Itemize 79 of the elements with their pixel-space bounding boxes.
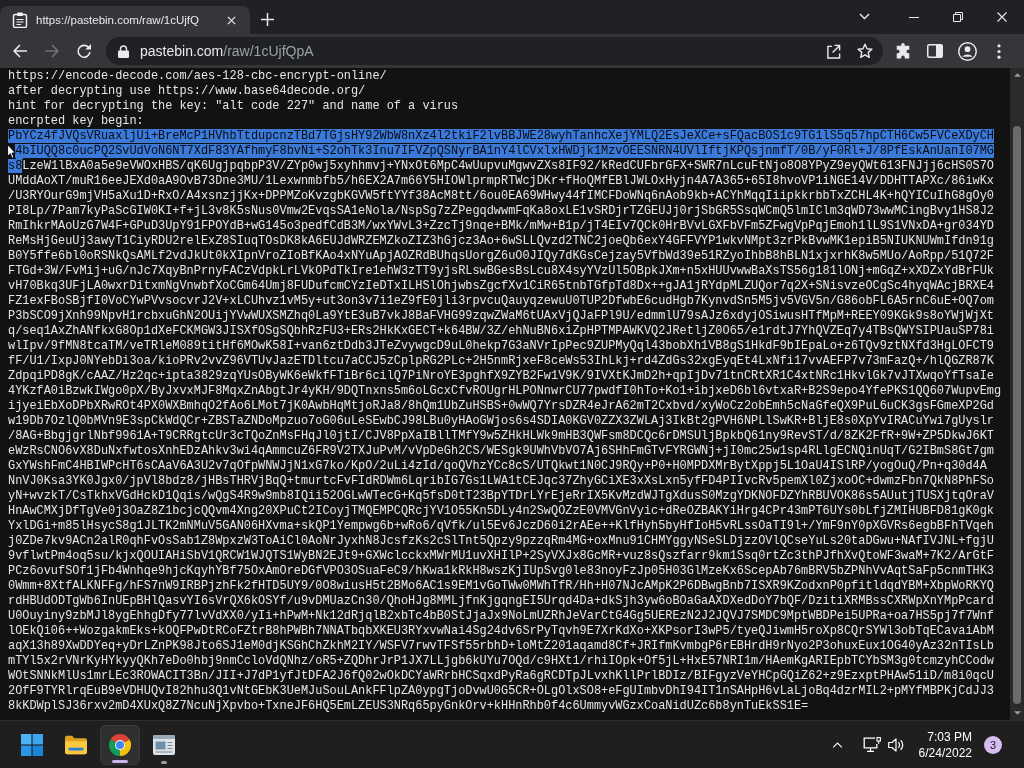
text-line: 0Wmm+8XtfALKNFFg/hFS7nW9IRBPjzhFk2fHTD5UY9/0O8wiusH5t2BMo6AC1s9EM1vGoTWw0MWhTfR/Hh+H07NJcAMpK2P6DBwgBnb7ISXR9KZodxnP0pfitldqdYBM+XbpWoRKYQ: [8, 579, 994, 593]
text-line: 8kKDWplSJ36rxv2mD4XUxQ8Z7NcuNjXpvbo+TxneJF6HQ5EmLZEUS3NRq65pyGnkOrv+kHHnRhb0f4c6UmmyvWGzxCoaNidUZc6b8ynTuEkSS1E=: [8, 699, 809, 713]
menu-icon[interactable]: [997, 43, 1001, 59]
puzzle-icon[interactable]: [895, 43, 911, 59]
mouse-pointer-icon: [7, 144, 16, 159]
text-line: q/seq1AxZhANfkxG8Op1dXeFCKMGW3JISXfOSgSQbhRzFU3+ERs2HkKxGECT+k64BW/3Z/ehNuBN6xiZpHPTMPAWKVQ2JRetljZ0O65/e1rdtJ7YhQVZEq7y4TBsQWYSIPUauSP78i: [8, 324, 994, 338]
text-line: after decrypting use https://www.base64decode.org/: [8, 84, 366, 98]
text-line: aqX13h89XwDDYeq+yDrLZnPK98Jto6SJ1eM0djKSGhChZkhM2IY/WSFV7rwvTFSf55rbhD+loMtZ201aqamd8Cf+JRIfmKvmbgP6rEBHrdH9rNyo2P3ohuxEux1OG40yAz32nTIsLb: [8, 639, 994, 653]
volume-icon[interactable]: [887, 737, 904, 752]
scroll-up-icon[interactable]: [1013, 73, 1021, 77]
clock-time[interactable]: 7:03 PM: [927, 728, 972, 745]
text-line: /U3RYOurG9mjVH5aXu1D+RxO/A4xsnzjjKx+DPPMZoKvzgbKGVW5ftYYf38AcM8tt/6ou0EA69WHwy44fIMCFDoWNq6nAob9kb+ACYhMqqIiipkkrbbTxZCHL4K+hQYICuIhG8gOy0: [8, 189, 994, 203]
back-arrow-icon[interactable]: [12, 43, 28, 59]
chevron-up-icon[interactable]: [831, 741, 843, 748]
url-text[interactable]: pastebin.com/raw/1cUjfQpA: [140, 43, 314, 59]
text-line: WOtSNNkMlUs1mrLEc3ROWACIT3Bn/JII+J7dP1yfJtDFA2J6fQ02wOkDCYaWRrbHCSqxdPyRa6gRCDTpJLvxhKllPrlBDIz/BIFgyzVeYHCpGQiZ62+z9EzxptPHAw51iD/m8i0qcU: [8, 669, 994, 683]
text-line: vH70Bkq3UFjLA0wxrDitxmNgVnwbfXoCGm64Umj8FUDufcmCYzIeDTxILHSlOhjwbsZgcfXv1CiR65tnbTGfpTd8Dx++gJA1jRYdpMLZUQor7q2X+SNisvzeOCgSc4hyqWAcjBRXE4: [8, 279, 994, 293]
notification-badge[interactable]: 3: [984, 735, 1002, 754]
taskbar-app-button[interactable]: [100, 724, 140, 765]
scroll-down-icon[interactable]: [1013, 711, 1021, 715]
text-line: UMddAoXT/muR16eeJEXd0aA9OvB73Dne3MU/1Lexwnmbfb5/h6EX2A7m66Y5HIOWlprmpRTWcjDKr+fHoQMfEBlJWLOxHyjn4A7A365+65I8hvoVP1iNGE14V/DDHTTAPXc/86iwKx: [8, 174, 994, 188]
text-line: yN+wvzkT/CsTkhxVGdHckD1Qqis/wQgS4R9w9mb8IQii52OGLwWTecG+Kq5fsD0tT23BpYTDrLYrEjeRrIX5KvMzdWJTgXdusS0MzgYDKNOFDZYhRBUVOK86s5AUutjTUSXjtqOraV: [8, 489, 994, 503]
clock-date[interactable]: 6/24/2022: [918, 744, 972, 761]
text-line: j0ZDe7kv9ACn2alR0qhFvOsSab1Z8WpxzW3ToAiCl0AoNrJyxhN8JcsfzKs2cSlTnt5Qpzy9pzzqRm4MG+oxMnu91CHMYggyNSeSLDjzzOVlQCseYuLs20taDGwu+NAfIVJNL+fgjU: [8, 534, 994, 548]
text-line: 4YKzfA0iBzwkIWgo0pX/ByJxvxMJF8MqxZnAbgtJr4yKH/9DQTnxns5m6oLGcxCfvROUgrHLPONnwrCU77pwdfI0hTo+Ko1+ibjxeD6bl6vtxaR+B2S9epo4YfePKS1QQ607WupvEmg: [8, 384, 1002, 398]
restore-icon[interactable]: [953, 12, 963, 22]
selected-text: s8: [8, 159, 23, 173]
text-line: rdHBUdODTgWb6InUEpBHlQasvYI6sVrQX6kOSYf/u9vDMUazCn30/QhoHJg8MMLjfnKjgqngEI5Urqd4Da+dkSjh3yw6oBOaGaAXDXedDoY7bQF/DzitiXRMBssCXRWpXnYMpPcard: [8, 594, 994, 608]
side-panel-icon[interactable]: [927, 43, 943, 59]
monitor-icon[interactable]: [862, 737, 881, 752]
chevron-down-icon[interactable]: [859, 13, 870, 20]
text-line: FZ1exFBoSBjfI0VoCYwPVvsocvrJ2V+xLCUhvz1vM5y+ut3on3v7i1eZ9fE0jli3rpvcuQauyqzewuU0TUP2DfwbE6cudHgb7KynvdSn5M5jv5VGV5n/G86obFL6A5rnC6uE+OQ7om: [8, 294, 994, 308]
selected-text: 4bIUQQ8c0ucPQ2SvUdVoN6NT7XdF83YAfhmyF8bvNi+S2ohTk3Inu7IFVZpQSNyrBA1nY4lCVxlxHWDjk1MzvOEESNRN4UVlIftjKPQsjnmfT/0B/yF0Rl+J/8PfEskAnUanI07MG: [15, 144, 994, 158]
text-line: GxYWshFmC4HBIWPcHT6sCAaV6A3U2v7qOfpWNWJjN1xG7ko/KpO/2uLi4zId/qoQVhzYCc8cS/UTQkwt1N0CJ9RQy+P0+H0MPDXMrBytXppj5L1OaU4ISlRP/yogOuQ/Pn+q30d4A: [8, 459, 987, 473]
selected-text: PbYCz4fJVQsVRuaxljUi+BreMcP1HVhbTtdupcnzTBd7TGjsHY92WbW8nXz4l2tkiF2lvBBJWE28wyhTanhcXejYMLQ2EsJeXCe+sFQacBOS1c9TG1lS5q57hpCTH6Cw5FVCeXDyCH: [8, 129, 994, 143]
minimize-icon[interactable]: [909, 16, 919, 18]
text-line: PCz6ovufSOf1jFb4Wnhqe9hjcKqyhYBf75OxAmOreDGfVPO3OSuaFeC9/hKwa1kRkH8wszKjIUpSvg0le83noyFzJp05H03GlMzeKx6ScepAb76mBRV5bZPNhVvAqtSaFp5cnmTHK3: [8, 564, 994, 578]
text-line: 9vflwtPm4oq5su/kjxQOUIAHiSbV1QRCW1WJQTS1WyBN2EJt9+GXWclcckxMWrMU1uvXHIlP+2SyVXJx8GcMR+vuz8sQszfarr9km1Ssq0rtZc3thPJfhXvQtoWF3waM+7K2/ArGtF: [8, 549, 994, 563]
browser-icon[interactable]: [109, 733, 131, 756]
text-line: encrpted key begin:: [8, 114, 144, 128]
text-line: fF/U1/IxpJ0NYebDi3oa/kioPRv2vvZ96VTUvJazETDltcu7aCCJ5zCplpRG2PLc+2H5nmRjxeF8ceWs53IhLkj+rd4ZdGs32xgEyqEt4LxNfi17vvAEFP7v73mFazQ+/hlQGZR87K: [8, 354, 994, 368]
lock-icon[interactable]: [118, 44, 129, 58]
address-bar[interactable]: pastebin.com/raw/1cUjfQpA: [106, 37, 883, 65]
text-line: hint for decrypting the key: "alt code 227" and name of a virus: [8, 99, 459, 113]
text-line: lOEkQi06++WozgakmEks+kOQFPwDtRCoFZtrB8hPWBh7NNATbqbXKEU3RYxvwNai4Sg24dv6SrPyTqvh9E7XrKdXo+XKPsorI3wP5/tyeQJiwmH5roXp8CQrSYWl3obTqECavaiAbM: [8, 624, 994, 638]
text-line: ZdpqiPD8gK/cAAZ/Hz2qc+ipta3829zqYUsOByWK6eWkfFTiBr6cilQ7PiNroYE3pghfX9ZYB2Fw1V9K/9IVXtKJmD2h+qpIjDv71tnCRtXR1C4xtNRc1HkvlGk7vJTXwqoYfTsaIe: [8, 369, 994, 383]
close-icon[interactable]: [997, 12, 1007, 22]
text-line: U0Ouyiny9zbMJl8ygEhhgDfy77lvVdXX0/yIi+hPwM+Nk12dRjqlB2xbTc4bB0StJjaJx9NoLmUZRhJeVarCtG4Gg5UEREzN2J2JQVJ7SMDC9MptWBDPei5UPRa+oa7HS5pj7f7Wnf: [8, 609, 994, 623]
scrollbar[interactable]: [1010, 68, 1024, 720]
close-icon[interactable]: [227, 15, 236, 25]
app-window-icon[interactable]: [153, 733, 175, 756]
share-icon[interactable]: [826, 43, 841, 59]
text-line: NnVJ0Ksa3YK0Jgx0/jpVl8bdz8/jHBsTHRVjBqQ+tmurtcFvFIdRDWm6LqribIG7Gs1LWA1tCEJqc37ZhyGCiXE3xXsLxn5yfFD4PIIvcRv5pemXl0ZjxoOC+dwmzFbn7QkN8PhFSo: [8, 474, 994, 488]
new-tab-icon[interactable]: [261, 13, 274, 26]
text-line: w19Db7OzlQ0bMVn9E3spCkWdQCr+ZBSTaZNDoMpzuo7oG06uLeSEwbCJ98LBu0yHAoGWjos6s4SDIA0KGV0ZZX3ZWLAj3IkBt2gPVH6NPLlSwKR+BljE8s0XpYvIRACuYwi7gUyslr: [8, 414, 994, 428]
text-line: wlIpv/9fMN8tcaTM/veTRleM089titHf6MOwK58I+van6ztDdb3JTeZvywgcD9uL0hekp7G3aNVrIpPec9ZUPMyQql43bobXh1VB8gS1HkdF9bIEpaLo+z6TQv9ztNXfd3HgLOFCT9: [8, 339, 994, 353]
reload-icon[interactable]: [76, 43, 92, 59]
star-icon[interactable]: [857, 43, 873, 59]
text-line: YxlDGi+m85lHsycS8g1JLTK2mNMuV5GAN06HXvma+skQP1Yempwg6b+wRo6/qVfk/ul5Ev6JczD60i2rAEe++KlfHyh5byHfIoH5vRLssOaTI9l+/YmF9nY0pXGVRs6egbBFhTVqeh: [8, 519, 994, 533]
text-line: ijyeiEbXoDPbXRwROt4PX0WXBmhqO2fAo6LMot7jK0AwbHqMtjoRJa8/8hQm1UbZuHSBS+0wWQ7YrsDZR4eJrA62mT2Cxbvd/xyWoCz2obEmh5cNaGfeQX9PuL6uCK3gsFGmeXP2Gd: [8, 399, 994, 413]
text-line: mTYl5x2rVNrKyHYkyyQKh7eDo0hbj9nmCcloVdQNhz/oR5+ZQDhrJrP1JX7LLjgb6kUYu7OQd/c9HXt1/rhiIOpk+Of5jL+HxE57NRI1m/HAemKgARIEpbTCYbSM3g0tcmzyhCCodw: [8, 654, 994, 668]
text-line: P3bSCO9jXnh99NpvH1rcbxuGhN2OUijYVwWUXSMZhq0La9YtE3uB7vkJ8BaFVHG99zqwZWaM6tUAxVjQJaFPl9U/edmmlU79sAJz6xdyjOSiwusHTfMpM+REEY09KGk9s8oYWjWjXt: [8, 309, 994, 323]
text-line: 2OfF9TYRlrqEuB9eVDHUQvI82hhu3Q1vNtGEbK3UeMJuSouLAnkFFlpZA0ypgTjoDvwU0G5CR+OLgOlxSO8+eFgUImbvDhI94IT1nSAHpH6vLaLjoBq4dzrMIL2+pMYfMBPKjCdJJ3: [8, 684, 994, 698]
text-line: /8AG+BbgjgrlNbf9961A+T9CRRgtcUr3cTQoZnMsFHqJl0jtI/CJV8PpXaIBllTMfY9w5ZHkHLWk9mHB3QWFsm8DCQc6rDMSUljBpkbQ61ny9RevST/d/8ZK2FfR+9W+ZP5DkwJ6KT: [8, 429, 994, 443]
text-line: ReMsHjGeuUj3awyT1CiyRDU2relExZ8SIuqTOsDK8kA6EUJdWRZEMZkoZIZ3hGjcz3Ao+6wSLLQvzd2TNC2joeQb6exY4GFFVYP1wkvNMpt3zrPkBvwMK1epiB5NIUKNUWmIfdn91g: [8, 234, 994, 248]
text-line: PI8Lp/7Pam7kyPaScGIW0KI+f+jL3v8K5sNus0Vmw2EvqsSA1eNola/NspSg7zZPegqdwwmFqKa8oxLE1vSRDjrTZGEUJj0rjSbGR5SsqWCmQ5lmIClm3qWD73wwMCingBvy1HS8J2: [8, 204, 994, 218]
clipboard-icon: [12, 12, 28, 28]
text-line: eWzRsCNO6vX8DuNxfwtosXnhEDzAhkv3wi4qAmmcuZ6FR9V2TXJuPvM/vVpDeGh2CS/WESgk9UWhVbVO7Aj6SHhFmGTvFYRGWNj+jI0mc25w1sp4RLlgECNQinUqT/G2IBmS8Gt7gm: [8, 444, 994, 458]
profile-icon[interactable]: [957, 41, 977, 61]
text-line: HnAwCMXjDfTgVe0j3OaZ8Z1bcjcQQvm4Xng20XPuCt2ICoyjTMQEMPCQRcjYV1O55Kn5DLy4n2SwQOZzE0VMVGnVyic+dReOZBAKYiHrg4CPr43mPT6UYs0bLfjZMIHUBFD81gK0gk: [8, 504, 994, 518]
text-line: B0Y5ffe6bl0oRSNkQsAMLf2vdJkUt0kXIpnVroZIoBfKAo4xNYuApjAOZRdBUhqsUorgZ6uO0JIQy7dKGsCejzay5VfbWd39e51RZyoIhbB8hBLN1xjxrhK8w5MUo/AoRpp/51Q72F: [8, 249, 994, 263]
four-squares-icon[interactable]: [21, 733, 43, 756]
browser-tab[interactable]: https://pastebin.com/raw/1cUjfQ: [0, 6, 250, 34]
text-line: https://encode-decode.com/aes-128-cbc-encrypt-online/: [8, 69, 387, 83]
scrollbar-thumb[interactable]: [1013, 126, 1021, 704]
text-line: RmIhkrMAoUzG7W4F+GPuD3UpY91FPOYdB+wG145o3pedfCdB3M/wxYWvL3+ZzcTj9nqe+BMk/mMw+B1p/jT4EIv7QCk0HrBVvLGXFbVFm5ZFwgVpPqjEmoh1lL9S1VNxDA+gr034YD: [8, 219, 994, 233]
text-line: FTGd+3W/FvMij+uG/nJc7XqyBnPrnyFACzVdpkLrLVkOPdTkIre1ehW3zTT9yjsRLswBGesBsLcu8X4syYVzUl5OBpkJXm+n5xHUUvwwBaXsTS56g181lONj+mGqZ+xXDZxYdBrFUk: [8, 264, 994, 278]
text-line: LzeW1lBxA0a5e9eVWOxHBS/qK6UgjpqbpP3V/ZYp0wj5xyhhmvj+YNxOt6MpC4wUupvuMgwvZXs8IF92/kRedCUFbrGFX+SWR7nLcuFtNjo8O8YPyZ9eyQWt613FNJjj6cHS0S7O: [22, 159, 994, 173]
folder-icon[interactable]: [65, 733, 87, 756]
